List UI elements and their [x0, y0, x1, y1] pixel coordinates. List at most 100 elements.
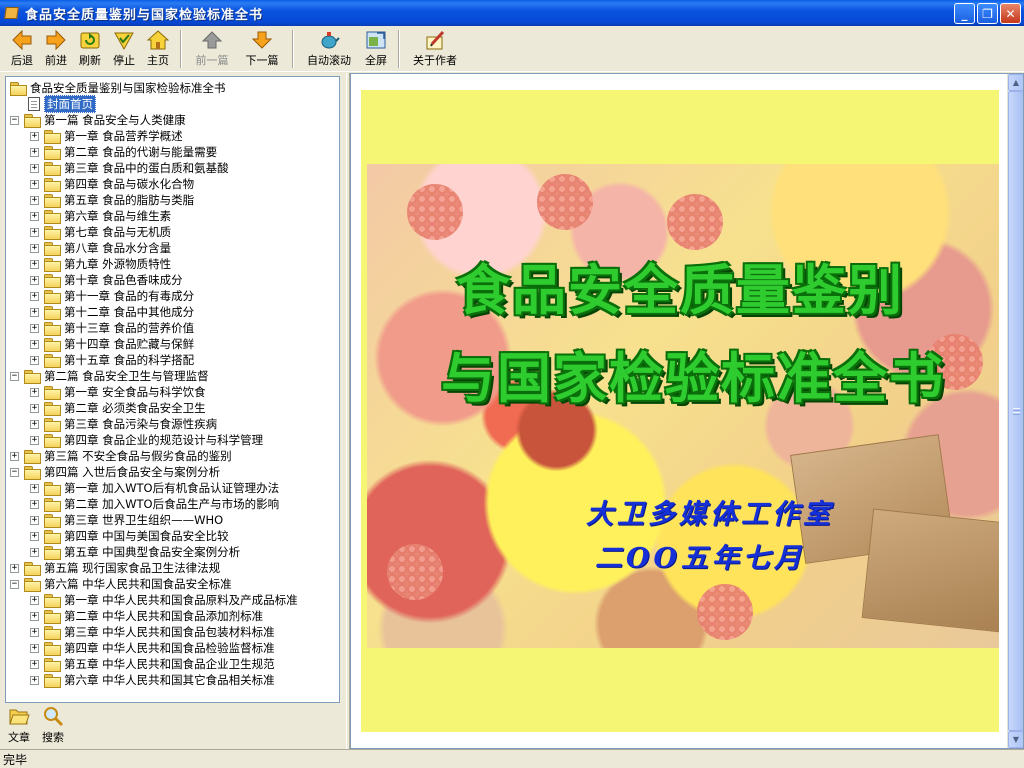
expand-toggle[interactable]: + — [30, 659, 39, 669]
chapter-tree[interactable]: 食品安全质量鉴别与国家检验标准全书 封面首页 − 第一篇 食品安全与人类健康 + 第一… — [5, 76, 340, 703]
expand-toggle[interactable]: + — [30, 291, 39, 301]
expand-toggle[interactable]: + — [30, 675, 39, 685]
tree-chapter-node[interactable]: + 第一章 安全食品与科学饮食 — [30, 384, 206, 400]
tree-chapter-node[interactable]: + 第二章 食品的代谢与能量需要 — [30, 144, 217, 160]
tree-chapter-node[interactable]: + 第四章 中国与美国食品安全比较 — [30, 528, 229, 544]
tree-chapter-node[interactable]: + 第三章 中华人民共和国食品包装材料标准 — [30, 624, 275, 640]
folder-icon — [44, 130, 61, 144]
home-button[interactable]: 主页 — [142, 26, 174, 70]
tree-part-node[interactable]: − 第四篇 入世后食品安全与案例分析 — [10, 464, 220, 480]
expand-toggle[interactable]: + — [30, 435, 39, 445]
collapse-toggle[interactable]: − — [10, 579, 19, 589]
next-article-button[interactable]: 下一篇 — [238, 26, 286, 70]
tree-chapter-node[interactable]: + 第七章 食品与无机质 — [30, 224, 171, 240]
expand-toggle[interactable]: + — [30, 419, 39, 429]
tree-chapter-node[interactable]: + 第一章 食品营养学概述 — [30, 128, 183, 144]
expand-toggle[interactable]: + — [30, 643, 39, 653]
expand-toggle[interactable]: + — [30, 499, 39, 509]
tree-chapter-node[interactable]: + 第六章 中华人民共和国其它食品相关标准 — [30, 672, 275, 688]
expand-toggle[interactable]: + — [30, 595, 39, 605]
expand-toggle[interactable]: + — [30, 627, 39, 637]
refresh-button[interactable]: 刷新 — [74, 26, 106, 70]
tree-chapter-node[interactable]: + 第一章 加入WTO后有机食品认证管理办法 — [30, 480, 279, 496]
tree-chapter-node[interactable]: + 第十一章 食品的有毒成分 — [30, 288, 194, 304]
back-button[interactable]: 后退 — [6, 26, 38, 70]
tree-part-node[interactable]: − 第一篇 食品安全与人类健康 — [10, 112, 186, 128]
fullscreen-button[interactable]: 全屏 — [360, 26, 392, 70]
tree-part-node[interactable]: + 第三篇 不安全食品与假劣食品的鉴别 — [10, 448, 232, 464]
minimize-button[interactable]: _ — [954, 3, 975, 24]
collapse-toggle[interactable]: − — [10, 371, 19, 381]
scroll-thumb[interactable] — [1008, 91, 1023, 731]
tree-part-node[interactable]: − 第二篇 食品安全卫生与管理监督 — [10, 368, 209, 384]
tree-chapter-node[interactable]: + 第五章 中国典型食品安全案例分析 — [30, 544, 240, 560]
tree-item-cover[interactable]: 封面首页 — [28, 95, 96, 113]
about-author-label: 关于作者 — [413, 54, 457, 67]
maximize-button[interactable]: ❐ — [977, 3, 998, 24]
expand-toggle[interactable]: + — [30, 259, 39, 269]
tree-chapter-node[interactable]: + 第十三章 食品的营养价值 — [30, 320, 194, 336]
expand-toggle[interactable]: + — [30, 211, 39, 221]
expand-toggle[interactable]: + — [30, 515, 39, 525]
tree-part-node[interactable]: − 第六篇 中华人民共和国食品安全标准 — [10, 576, 232, 592]
forward-button[interactable]: 前进 — [40, 26, 72, 70]
tab-articles[interactable]: 文章 — [4, 705, 34, 747]
pen-paper-icon — [423, 29, 447, 51]
prev-article-button[interactable]: 前一篇 — [188, 26, 236, 70]
expand-toggle[interactable]: + — [10, 451, 19, 461]
auto-scroll-button[interactable]: 自动滚动 — [300, 26, 358, 70]
tree-part-node[interactable]: + 第五篇 现行国家食品卫生法律法规 — [10, 560, 220, 576]
tree-chapter-node[interactable]: + 第八章 食品水分含量 — [30, 240, 171, 256]
expand-toggle[interactable]: + — [30, 339, 39, 349]
tree-chapter-node[interactable]: + 第一章 中华人民共和国食品原料及产成品标准 — [30, 592, 298, 608]
tree-chapter-node[interactable]: + 第十章 食品色香味成分 — [30, 272, 183, 288]
stop-button[interactable]: 停止 — [108, 26, 140, 70]
tree-root[interactable]: 食品安全质量鉴别与国家检验标准全书 — [10, 80, 226, 96]
tree-chapter-node[interactable]: + 第三章 食品污染与食源性疾病 — [30, 416, 217, 432]
expand-toggle[interactable]: + — [30, 483, 39, 493]
collapse-toggle[interactable]: − — [10, 467, 19, 477]
expand-toggle[interactable]: + — [30, 163, 39, 173]
tree-chapter-node[interactable]: + 第六章 食品与维生素 — [30, 208, 171, 224]
expand-toggle[interactable]: + — [30, 147, 39, 157]
folder-icon — [44, 514, 61, 528]
expand-toggle[interactable]: + — [10, 563, 19, 573]
expand-toggle[interactable]: + — [30, 179, 39, 189]
tab-search[interactable]: 搜索 — [38, 705, 68, 747]
tree-chapter-node[interactable]: + 第四章 食品与碳水化合物 — [30, 176, 194, 192]
tree-chapter-node[interactable]: + 第二章 中华人民共和国食品添加剂标准 — [30, 608, 263, 624]
vertical-scrollbar[interactable]: ▲ ▼ — [1007, 74, 1023, 748]
expand-toggle[interactable]: + — [30, 403, 39, 413]
collapse-toggle[interactable]: − — [10, 115, 19, 125]
tree-chapter-node[interactable]: + 第五章 中华人民共和国食品企业卫生规范 — [30, 656, 275, 672]
scroll-down-button[interactable]: ▼ — [1008, 731, 1023, 748]
expand-toggle[interactable]: + — [30, 227, 39, 237]
tree-chapter-node[interactable]: + 第四章 食品企业的规范设计与科学管理 — [30, 432, 263, 448]
tree-chapter-node[interactable]: + 第三章 世界卫生组织——WHO — [30, 512, 223, 528]
tree-chapter-node[interactable]: + 第三章 食品中的蛋白质和氨基酸 — [30, 160, 229, 176]
stop-label: 停止 — [113, 54, 135, 67]
tree-chapter-node[interactable]: + 第四章 中华人民共和国食品检验监督标准 — [30, 640, 275, 656]
expand-toggle[interactable]: + — [30, 323, 39, 333]
expand-toggle[interactable]: + — [30, 547, 39, 557]
tree-chapter-node[interactable]: + 第二章 必须类食品安全卫生 — [30, 400, 206, 416]
about-author-button[interactable]: 关于作者 — [406, 26, 464, 70]
tree-chapter-node[interactable]: + 第十五章 食品的科学搭配 — [30, 352, 194, 368]
expand-toggle[interactable]: + — [30, 531, 39, 541]
scroll-up-button[interactable]: ▲ — [1008, 74, 1023, 91]
expand-toggle[interactable]: + — [30, 243, 39, 253]
expand-toggle[interactable]: + — [30, 611, 39, 621]
tree-chapter-node[interactable]: + 第十二章 食品中其他成分 — [30, 304, 194, 320]
tree-chapter-node[interactable]: + 第二章 加入WTO后食品生产与市场的影响 — [30, 496, 279, 512]
expand-toggle[interactable]: + — [30, 131, 39, 141]
expand-toggle[interactable]: + — [30, 355, 39, 365]
close-button[interactable]: ✕ — [1000, 3, 1021, 24]
expand-toggle[interactable]: + — [30, 387, 39, 397]
expand-toggle[interactable]: + — [30, 195, 39, 205]
tree-chapter-node[interactable]: + 第五章 食品的脂肪与类脂 — [30, 192, 194, 208]
expand-toggle[interactable]: + — [30, 307, 39, 317]
expand-toggle[interactable]: + — [30, 275, 39, 285]
folder-icon — [44, 354, 61, 368]
tree-chapter-node[interactable]: + 第九章 外源物质特性 — [30, 256, 171, 272]
tree-chapter-node[interactable]: + 第十四章 食品贮藏与保鲜 — [30, 336, 194, 352]
